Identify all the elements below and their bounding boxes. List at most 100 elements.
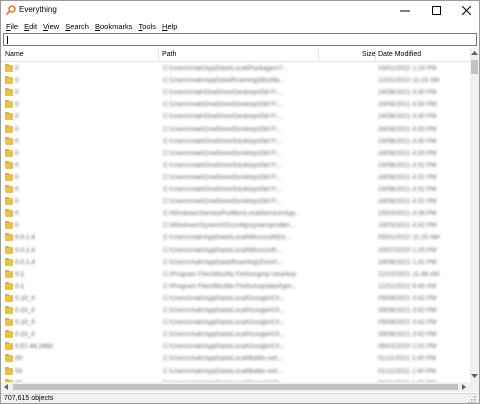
row-name: 0	[15, 161, 19, 169]
menu-help-label: elp	[167, 21, 178, 31]
table-row[interactable]: 0.10_0 C:\Users\mak\AppData\Local\Google\…	[1, 317, 471, 329]
horizontal-scroll-thumb[interactable]	[13, 384, 458, 390]
column-divider[interactable]	[158, 48, 159, 61]
table-row[interactable]: 0 C:\Users\mak\AppData\Local\Packages\7..…	[1, 63, 471, 75]
column-header-size[interactable]: Size	[362, 51, 376, 58]
table-row[interactable]: 0.1 C:\Program Files\Mozilla Firefox\upda…	[1, 281, 471, 293]
menu-edit[interactable]: Edit	[21, 22, 40, 31]
table-row[interactable]: 0 C:\Users\mak\OneDrive\Desktop\Old Fi...…	[1, 184, 471, 196]
row-name: 0	[15, 222, 19, 230]
row-date-modified: 24/08/2021 4:31 PM	[378, 186, 437, 193]
column-divider[interactable]	[375, 48, 376, 61]
scroll-down-arrow-icon[interactable]	[470, 373, 479, 379]
table-row[interactable]: 0 C:\Users\mak\OneDrive\Desktop\Old Fi...…	[1, 160, 471, 172]
minimize-button[interactable]	[390, 1, 420, 20]
row-date-modified: 24/08/2021 4:31 PM	[378, 173, 437, 181]
menu-file[interactable]: File	[3, 22, 21, 31]
row-path: C:\Users\mak\AppData\Local\Google\Ch...	[163, 319, 286, 327]
row-name: 0	[15, 137, 19, 145]
row-name: 0	[15, 210, 19, 218]
row-path: C:\Users\mak\AppData\Local\Battle.net\..…	[163, 367, 284, 375]
row-date-modified: 24/08/2021 4:30 PM	[378, 89, 437, 97]
row-path: C:\Users\mak\AppData\Local\Google\Ch...	[163, 331, 286, 339]
row-name: 0.10_0	[15, 294, 35, 302]
scroll-left-arrow-icon[interactable]	[3, 383, 9, 391]
folder-icon	[5, 318, 13, 327]
menu-tools-label: ools	[142, 21, 157, 31]
folder-icon	[5, 185, 13, 193]
scroll-thumb[interactable]	[471, 60, 478, 74]
row-name: 0.57.44.2492	[15, 343, 53, 351]
table-row[interactable]: 0 C:\Users\mak\AppData\Roaming\Mozilla...…	[1, 75, 471, 87]
menu-view[interactable]: View	[40, 22, 62, 31]
folder-icon	[5, 257, 13, 266]
horizontal-scrollbar[interactable]	[1, 382, 470, 392]
table-row[interactable]: 0.10_0 C:\Users\mak\AppData\Local\Google\…	[1, 305, 471, 317]
maximize-button[interactable]	[421, 1, 451, 20]
row-name: 0.10_0	[15, 319, 35, 327]
table-row[interactable]: 0.0.1.4 C:\Users\mak\AppData\Roaming\Zoom…	[1, 257, 471, 269]
folder-icon	[5, 76, 13, 85]
object-count: 707,615 objects	[4, 395, 54, 402]
status-bar: 707,615 objects	[1, 393, 479, 404]
row-date-modified: 24/08/2021 1:41 PM	[378, 258, 437, 266]
column-header-name[interactable]: Name	[5, 51, 24, 58]
folder-icon	[5, 100, 13, 109]
table-row[interactable]: 0 C:\Users\mak\OneDrive\Desktop\Old Fi...…	[1, 172, 471, 184]
row-name: 0.10_0	[15, 307, 35, 314]
menu-tools[interactable]: Tools	[136, 22, 160, 31]
folder-icon	[5, 136, 13, 145]
table-row[interactable]: 0 C:\Users\mak\OneDrive\Desktop\Old Fi...…	[1, 148, 471, 160]
table-row[interactable]: 0 C:\Users\mak\OneDrive\Desktop\Old Fi...…	[1, 87, 471, 99]
row-name: 0.0.1.4	[15, 258, 35, 266]
table-row[interactable]: 0 C:\Windows\ServiceProfiles\LocalService…	[1, 208, 471, 220]
column-header-date-modified[interactable]: Date Modified	[378, 51, 421, 58]
table-row[interactable]: 00 C:\Users\mak\AppData\Local\Battle.net\…	[1, 353, 471, 365]
table-row[interactable]: 0 C:\Windows\System32\config\systemprofil…	[1, 220, 471, 232]
close-button[interactable]	[451, 1, 479, 20]
row-date-modified: 24/08/2021 4:30 PM	[378, 113, 437, 121]
menu-help[interactable]: Help	[159, 22, 180, 31]
menu-bar: File Edit View Search Bookmarks Tools He…	[1, 20, 479, 32]
table-row[interactable]: 0 C:\Users\mak\OneDrive\Desktop\Old Fi...…	[1, 99, 471, 111]
resize-grip-icon[interactable]	[467, 395, 477, 404]
title-bar[interactable]: Everything	[1, 1, 479, 20]
row-date-modified: 03/01/2022 1:16 PM	[378, 65, 437, 72]
row-date-modified: 01/11/2021 1:40 PM	[378, 367, 437, 375]
table-row[interactable]: 0.10_0 C:\Users\mak\AppData\Local\Google\…	[1, 293, 471, 305]
table-row[interactable]: 0.0.1.4 C:\Users\mak\AppData\Local\Micros…	[1, 245, 471, 257]
row-name: 0.1	[15, 282, 25, 290]
table-row[interactable]: 0.57.44.2492 C:\Users\mak\AppData\Local\G…	[1, 341, 471, 353]
vertical-scrollbar[interactable]	[470, 48, 479, 392]
table-row[interactable]: 0 C:\Users\mak\OneDrive\Desktop\Old Fi...…	[1, 111, 471, 123]
search-input[interactable]	[3, 33, 477, 46]
table-row[interactable]: 0 C:\Users\mak\OneDrive\Desktop\Old Fi...…	[1, 196, 471, 208]
menu-bookmarks[interactable]: Bookmarks	[92, 22, 136, 31]
table-row[interactable]: 00 C:\Users\mak\AppData\Local\Battle.net\…	[1, 366, 471, 378]
column-divider[interactable]	[318, 48, 319, 61]
menu-edit-label: dit	[29, 21, 38, 31]
row-name: 0	[15, 65, 19, 72]
column-header-path[interactable]: Path	[162, 51, 176, 58]
table-row[interactable]: 0.10_0 C:\Users\mak\AppData\Local\Google\…	[1, 329, 471, 341]
row-date-modified: 22/10/2021 11:48 AM	[378, 270, 440, 278]
scroll-right-arrow-icon[interactable]	[461, 383, 467, 391]
table-row[interactable]: 0.1 C:\Program Files\Mozilla Firefox\gmp-…	[1, 269, 471, 281]
folder-icon	[5, 245, 13, 254]
row-path: C:\Users\mak\AppData\Roaming\Zoom\...	[163, 258, 283, 266]
folder-icon	[5, 306, 13, 314]
menu-file-label: ile	[10, 21, 19, 31]
folder-icon	[5, 160, 13, 169]
menu-search-label: earch	[70, 21, 89, 31]
row-date-modified: 12/01/2022 9:45 AM	[378, 282, 437, 290]
table-row[interactable]: 0 C:\Users\mak\OneDrive\Desktop\Old Fi...…	[1, 124, 471, 136]
row-date-modified: 20/07/2020 1:29 PM	[378, 246, 437, 254]
row-date-modified: 09/08/2021 3:42 PM	[378, 294, 437, 302]
folder-icon	[5, 281, 13, 290]
table-row[interactable]: 0 C:\Users\mak\OneDrive\Desktop\Old Fi...…	[1, 136, 471, 148]
scroll-up-arrow-icon[interactable]	[470, 50, 479, 56]
window-title: Everything	[19, 5, 57, 14]
table-row[interactable]: 0.0.1.4 C:\Users\mak\AppData\Local\Micros…	[1, 232, 471, 244]
maximize-icon	[431, 6, 441, 15]
menu-search[interactable]: Search	[62, 22, 92, 31]
